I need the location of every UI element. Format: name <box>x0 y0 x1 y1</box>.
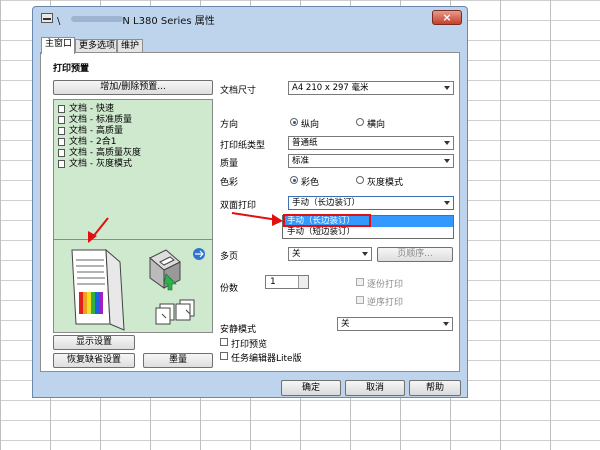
multipage-select[interactable]: 关 <box>288 247 372 261</box>
quality-select[interactable]: 标准 <box>288 154 454 168</box>
two-up-icon <box>58 137 65 146</box>
job-arranger-label: 任务编辑器Lite版 <box>231 354 302 364</box>
grayscale-option-label: 灰度模式 <box>367 178 404 188</box>
reverse-order-label: 逆序打印 <box>367 298 404 308</box>
printer-duplex-icon <box>149 248 205 325</box>
duplex-label: 双面打印 <box>220 201 257 211</box>
quiet-mode-label: 安静模式 <box>220 325 257 335</box>
redacted-name-blur <box>71 16 123 22</box>
chevron-down-icon <box>444 201 450 205</box>
ink-levels-button[interactable]: 墨量 <box>143 353 213 368</box>
document-icon <box>58 148 65 157</box>
cancel-button[interactable]: 取消 <box>345 380 405 396</box>
stepper-arrows-icon[interactable] <box>298 276 308 288</box>
help-button[interactable]: 帮助 <box>409 380 461 396</box>
job-arranger-checkbox[interactable] <box>220 352 228 360</box>
add-remove-preset-button[interactable]: 增加/删除预置... <box>53 80 213 95</box>
document-icon <box>58 159 65 168</box>
preset-list: 文档 - 快速 文档 - 标准质量 文档 - 高质量 文档 - 2合1 文档 -… <box>53 99 213 241</box>
chevron-down-icon <box>444 86 450 90</box>
tab-main[interactable]: 主窗口 <box>41 37 75 54</box>
restore-defaults-button[interactable]: 恢复缺省设置 <box>53 353 135 368</box>
copies-label: 份数 <box>220 284 239 294</box>
page-order-button[interactable]: 页顺序... <box>377 247 453 262</box>
chevron-down-icon <box>444 159 450 163</box>
list-item[interactable]: 文档 - 高质量灰度 <box>58 148 141 159</box>
chevron-down-icon <box>444 141 450 145</box>
document-icon <box>58 115 65 124</box>
grayscale-radio[interactable] <box>356 176 364 184</box>
section-title-presets: 打印预置 <box>53 64 90 74</box>
landscape-radio[interactable] <box>356 118 364 126</box>
document-icon <box>58 126 65 135</box>
document-icon <box>58 104 65 113</box>
duplex-select[interactable]: 手动（长边装订） <box>288 196 454 210</box>
preview-illustration <box>71 248 205 331</box>
chevron-down-icon <box>443 322 449 326</box>
collate-label: 逐份打印 <box>367 280 404 290</box>
tab-content-main: 打印预置 增加/删除预置... 文档 - 快速 文档 - 标准质量 文档 - 高… <box>40 52 460 372</box>
portrait-label: 纵向 <box>301 120 320 130</box>
portrait-radio[interactable] <box>290 118 298 126</box>
list-item[interactable]: 文档 - 标准质量 <box>58 115 132 126</box>
copies-stepper[interactable]: 1 <box>265 275 309 289</box>
quiet-mode-select[interactable]: 关 <box>337 317 453 331</box>
close-button[interactable]: × <box>432 10 462 25</box>
tab-more-options[interactable]: 更多选项 <box>75 39 117 53</box>
annotation-highlight-box <box>283 214 371 227</box>
reverse-order-checkbox[interactable] <box>356 296 364 304</box>
landscape-label: 横向 <box>367 120 386 130</box>
list-item[interactable]: 文档 - 高质量 <box>58 126 123 137</box>
title-bar[interactable]: \ N L380 Series 属性 × <box>33 7 467 31</box>
printer-properties-dialog: \ N L380 Series 属性 × 主窗口 更多选项 维护 打印预置 增加/… <box>32 6 468 398</box>
printer-icon <box>41 13 53 23</box>
color-radio[interactable] <box>290 176 298 184</box>
list-item[interactable]: 文档 - 灰度模式 <box>58 159 132 170</box>
collate-checkbox[interactable] <box>356 278 364 286</box>
duplex-option-short-edge[interactable]: 手动（短边装订） <box>283 227 453 238</box>
list-item[interactable]: 文档 - 2合1 <box>58 137 116 148</box>
print-preview-label: 打印预览 <box>231 340 268 350</box>
multipage-label: 多页 <box>220 252 239 262</box>
chevron-down-icon <box>362 252 368 256</box>
print-preview-checkbox[interactable] <box>220 338 228 346</box>
paper-type-label: 打印纸类型 <box>220 141 266 151</box>
doc-size-label: 文档尺寸 <box>220 86 257 96</box>
tab-maintenance[interactable]: 维护 <box>117 39 143 53</box>
color-option-label: 彩色 <box>301 178 320 188</box>
paper-type-select[interactable]: 普通纸 <box>288 136 454 150</box>
ok-button[interactable]: 确定 <box>281 380 341 396</box>
show-settings-button[interactable]: 显示设置 <box>53 335 135 350</box>
list-item[interactable]: 文档 - 快速 <box>58 104 114 115</box>
orientation-label: 方向 <box>220 120 239 130</box>
doc-size-select[interactable]: A4 210 x 297 毫米 <box>288 81 454 95</box>
quality-label: 质量 <box>220 159 239 169</box>
paper-preview-icon <box>71 248 125 331</box>
color-label: 色彩 <box>220 178 239 188</box>
print-preview-panel <box>53 239 213 333</box>
